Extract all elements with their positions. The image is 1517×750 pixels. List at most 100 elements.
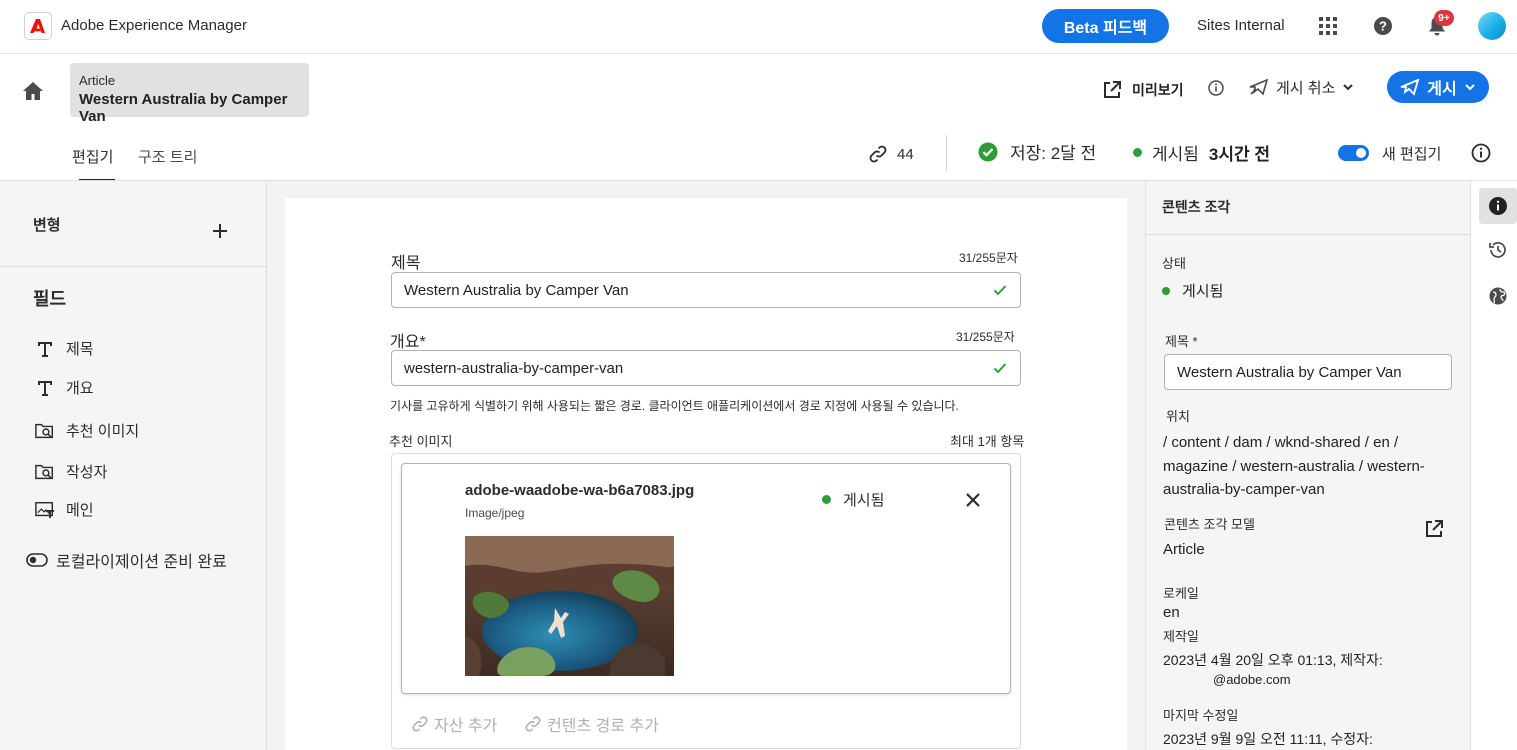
status-label: 상태 xyxy=(1162,256,1186,271)
asset-mime-type: Image/jpeg xyxy=(465,506,525,520)
status-value: 게시됨 xyxy=(1162,280,1223,301)
field-item-label: 추천 이미지 xyxy=(66,423,140,440)
field-item-featured-image[interactable]: 추천 이미지 xyxy=(35,420,139,441)
asset-status: 게시됨 xyxy=(822,489,884,510)
chevron-down-icon xyxy=(1463,80,1477,94)
globe-icon[interactable] xyxy=(1479,278,1517,314)
published-prefix: 게시됨 xyxy=(1152,145,1199,164)
location-path: / content / dam / wknd-shared / en / mag… xyxy=(1163,434,1425,498)
title-label: 제목 * xyxy=(1165,334,1198,349)
title-char-count: 31/255문자 xyxy=(959,251,1018,265)
variants-heading: 변형 xyxy=(33,217,61,234)
fields-heading: 필드 xyxy=(33,289,67,309)
modified-value: 2023년 9월 9일 오전 11:11, 수정자: xyxy=(1163,731,1373,747)
divider xyxy=(1146,234,1470,235)
unpublish-icon xyxy=(1248,77,1270,97)
breadcrumb-type: Article xyxy=(79,73,116,88)
unpublish-label: 게시 취소 xyxy=(1276,79,1336,97)
add-asset-button[interactable]: 자산 추가 xyxy=(411,712,497,736)
adobe-logo-icon[interactable] xyxy=(24,12,52,40)
checkmark-icon xyxy=(992,282,1008,298)
status-dot xyxy=(1133,148,1142,157)
slug-field-label: 개요* xyxy=(390,334,426,351)
breadcrumb[interactable]: Article Western Australia by Camper Van xyxy=(70,63,309,125)
open-external-icon[interactable] xyxy=(1424,519,1444,539)
add-variant-icon[interactable] xyxy=(211,222,229,240)
version-history-icon[interactable] xyxy=(1479,232,1517,268)
apps-grid-icon[interactable] xyxy=(1318,16,1338,36)
text-icon xyxy=(35,339,55,359)
image-search-icon xyxy=(35,462,55,482)
home-icon[interactable] xyxy=(22,80,44,102)
link-icon xyxy=(524,715,542,733)
tab-editor[interactable]: 편집기 xyxy=(72,146,113,167)
notification-badge: 9+ xyxy=(1434,10,1454,26)
app-title[interactable]: Adobe Experience Manager xyxy=(61,17,247,34)
breadcrumb-title: Western Australia by Camper Van xyxy=(79,91,288,125)
location-label: 위치 xyxy=(1166,409,1190,424)
model-value[interactable]: Article xyxy=(1163,541,1205,558)
created-value: 2023년 4월 20일 오후 01:13, 제작자: xyxy=(1163,652,1383,668)
status-value-label: 게시됨 xyxy=(1182,283,1224,300)
preview-button[interactable]: 미리보기 xyxy=(1102,78,1184,102)
localization-ready-item[interactable]: 로컬라이제이션 준비 완료 xyxy=(26,548,227,572)
asset-name: adobe-waadobe-wa-b6a7083.jpg xyxy=(465,482,695,499)
add-content-path-button[interactable]: 컨텐츠 경로 추가 xyxy=(524,712,659,736)
svg-text:?: ? xyxy=(1379,19,1387,34)
field-item-label: 메인 xyxy=(66,502,94,519)
tab-structure-tree[interactable]: 구조 트리 xyxy=(138,146,197,167)
remove-asset-close-icon[interactable] xyxy=(964,491,982,509)
references-link[interactable]: 44 xyxy=(868,144,914,164)
properties-title: 콘텐츠 조각 xyxy=(1162,199,1231,215)
chevron-down-icon xyxy=(1341,80,1355,94)
preview-label: 미리보기 xyxy=(1132,82,1184,98)
slug-input[interactable]: western-australia-by-camper-van xyxy=(391,350,1021,386)
image-search-icon xyxy=(35,421,55,441)
created-label: 제작일 xyxy=(1163,629,1199,644)
slug-char-count: 31/255문자 xyxy=(956,330,1015,344)
field-item-label: 작성자 xyxy=(66,464,108,481)
slug-helper-text: 기사를 고유하게 식별하기 위해 사용되는 짧은 경로. 클라이언트 애플리케이… xyxy=(390,399,959,413)
field-item-label: 제목 xyxy=(66,341,94,358)
locale-label: 로케일 xyxy=(1163,586,1199,601)
add-asset-label: 자산 추가 xyxy=(434,718,498,735)
locale-value: en xyxy=(1163,604,1180,621)
link-icon xyxy=(868,144,888,164)
saved-text: 저장: 2달 전 xyxy=(1010,144,1097,163)
properties-title-input[interactable]: Western Australia by Camper Van xyxy=(1164,354,1452,390)
toggle-icon xyxy=(26,553,48,567)
new-editor-label: 새 편집기 xyxy=(1382,146,1442,163)
publish-status: 게시됨 3시간 전 xyxy=(1133,140,1270,165)
open-external-icon xyxy=(1102,80,1122,100)
link-icon xyxy=(411,715,429,733)
publish-icon xyxy=(1399,77,1421,97)
model-label: 콘텐츠 조각 모델 xyxy=(1164,517,1255,532)
status-dot xyxy=(822,495,831,504)
beta-feedback-button[interactable]: Beta 피드백 xyxy=(1042,9,1169,43)
title-field-label: 제목 xyxy=(391,255,421,272)
field-item-label: 개요 xyxy=(66,380,94,397)
text-icon xyxy=(35,378,55,398)
created-by: @adobe.com xyxy=(1213,672,1291,687)
properties-info-icon[interactable] xyxy=(1479,188,1517,224)
unpublish-button[interactable]: 게시 취소 xyxy=(1248,75,1355,99)
divider xyxy=(946,135,947,171)
checkmark-icon xyxy=(992,360,1008,376)
title-input-value: Western Australia by Camper Van xyxy=(404,281,629,299)
org-switcher[interactable]: Sites Internal xyxy=(1197,17,1285,34)
publish-button[interactable]: 게시 xyxy=(1387,71,1489,103)
field-item-author[interactable]: 작성자 xyxy=(35,461,107,482)
field-item-summary[interactable]: 개요 xyxy=(35,377,94,398)
featured-image-label: 추천 이미지 xyxy=(389,434,453,449)
new-editor-toggle[interactable] xyxy=(1338,145,1369,161)
save-status: 저장: 2달 전 xyxy=(978,139,1096,164)
help-icon[interactable]: ? xyxy=(1373,16,1393,36)
info-icon[interactable] xyxy=(1207,79,1225,97)
info-icon[interactable] xyxy=(1471,143,1491,163)
title-input[interactable]: Western Australia by Camper Van xyxy=(391,272,1021,308)
field-item-title[interactable]: 제목 xyxy=(35,338,94,359)
field-item-main[interactable]: 메인 xyxy=(35,499,94,520)
links-count: 44 xyxy=(897,145,914,163)
user-avatar[interactable] xyxy=(1478,12,1506,40)
status-dot xyxy=(1162,286,1170,295)
